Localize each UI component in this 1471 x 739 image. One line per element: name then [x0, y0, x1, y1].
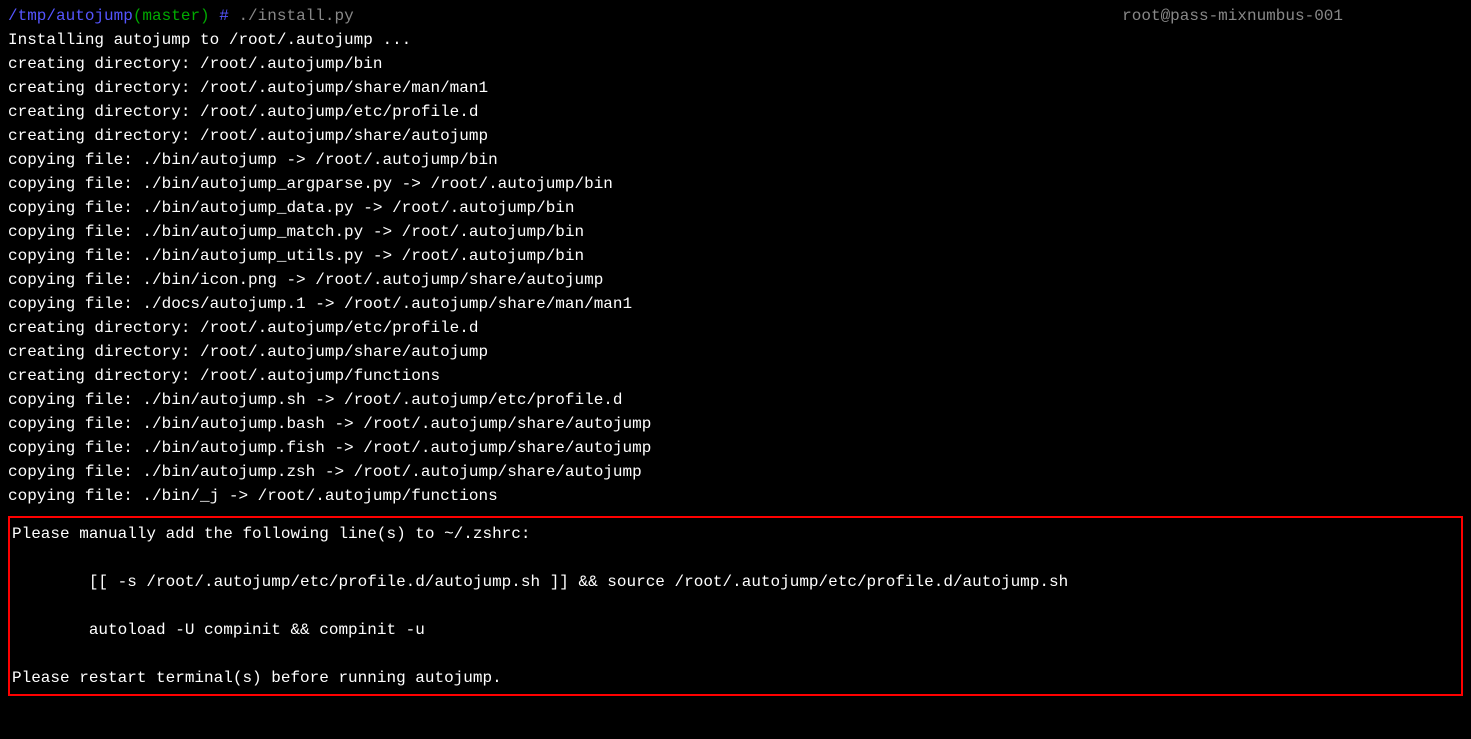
output-line: copying file: ./bin/autojump.sh -> /root… [8, 388, 1463, 412]
highlight-line: Please manually add the following line(s… [12, 522, 1459, 546]
output-line: copying file: ./bin/icon.png -> /root/.a… [8, 268, 1463, 292]
highlight-line [12, 546, 1459, 570]
output-line: copying file: ./bin/autojump_utils.py ->… [8, 244, 1463, 268]
output-line: creating directory: /root/.autojump/etc/… [8, 100, 1463, 124]
terminal-output: Installing autojump to /root/.autojump .… [8, 28, 1463, 508]
output-line: creating directory: /root/.autojump/shar… [8, 124, 1463, 148]
prompt-command: ./install.py [238, 4, 353, 28]
highlight-line: Please restart terminal(s) before runnin… [12, 666, 1459, 690]
output-line: copying file: ./docs/autojump.1 -> /root… [8, 292, 1463, 316]
highlight-line [12, 642, 1459, 666]
output-line: creating directory: /root/.autojump/shar… [8, 76, 1463, 100]
output-line: copying file: ./bin/autojump.fish -> /ro… [8, 436, 1463, 460]
output-line: creating directory: /root/.autojump/func… [8, 364, 1463, 388]
output-line: Installing autojump to /root/.autojump .… [8, 28, 1463, 52]
prompt-path: /tmp/autojump [8, 4, 133, 28]
output-line: creating directory: /root/.autojump/bin [8, 52, 1463, 76]
output-line: copying file: ./bin/autojump_match.py ->… [8, 220, 1463, 244]
output-line: copying file: ./bin/_j -> /root/.autojum… [8, 484, 1463, 508]
highlight-line [12, 594, 1459, 618]
prompt-branch: (master) [133, 4, 210, 28]
output-line: creating directory: /root/.autojump/shar… [8, 340, 1463, 364]
output-line: copying file: ./bin/autojump.zsh -> /roo… [8, 460, 1463, 484]
output-line: copying file: ./bin/autojump_argparse.py… [8, 172, 1463, 196]
highlight-content: Please manually add the following line(s… [12, 522, 1459, 690]
host-info: root@pass-mixnumbus-001 [1122, 4, 1463, 28]
output-line: copying file: ./bin/autojump_data.py -> … [8, 196, 1463, 220]
prompt-hash: # [210, 4, 239, 28]
output-line: copying file: ./bin/autojump -> /root/.a… [8, 148, 1463, 172]
highlight-box: Please manually add the following line(s… [8, 516, 1463, 696]
highlight-line: autoload -U compinit && compinit -u [12, 618, 1459, 642]
output-line: copying file: ./bin/autojump.bash -> /ro… [8, 412, 1463, 436]
prompt-line[interactable]: /tmp/autojump (master) # ./install.py ro… [8, 4, 1463, 28]
output-line: creating directory: /root/.autojump/etc/… [8, 316, 1463, 340]
highlight-line: [[ -s /root/.autojump/etc/profile.d/auto… [12, 570, 1459, 594]
